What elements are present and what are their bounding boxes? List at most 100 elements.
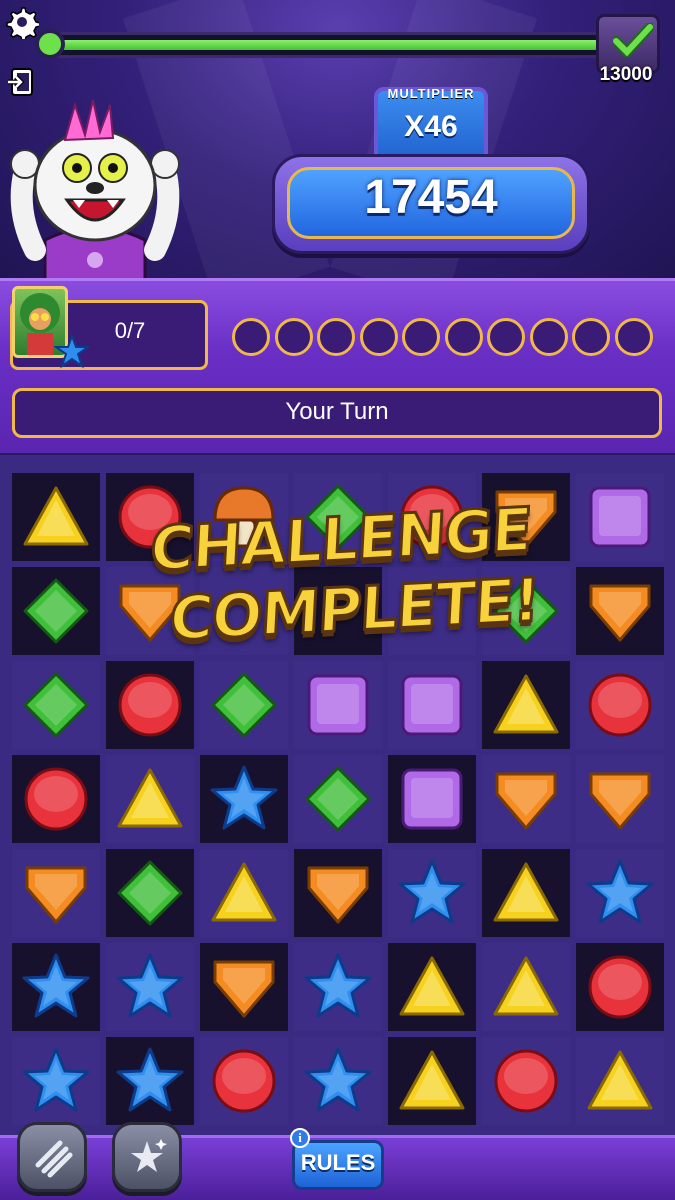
board-cell[interactable]: [576, 1037, 664, 1125]
board-cell[interactable]: [576, 849, 664, 937]
star-gem[interactable]: [21, 952, 91, 1022]
board-cell[interactable]: [200, 755, 288, 843]
board-cell[interactable]: [106, 849, 194, 937]
board-cell[interactable]: [576, 661, 664, 749]
circle-gem[interactable]: [491, 1046, 561, 1116]
board-cell[interactable]: [200, 661, 288, 749]
board-cell[interactable]: [482, 849, 570, 937]
board-cell[interactable]: [294, 1037, 382, 1125]
triangle-gem[interactable]: [585, 1046, 655, 1116]
triangle-gem[interactable]: [397, 952, 467, 1022]
board-cell[interactable]: [12, 849, 100, 937]
circle-gem[interactable]: [209, 1046, 279, 1116]
rules-button-label[interactable]: RULES: [292, 1150, 384, 1176]
circle-gem[interactable]: [585, 952, 655, 1022]
board-cell[interactable]: [106, 567, 194, 655]
star-gem[interactable]: [115, 952, 185, 1022]
board-cell[interactable]: [482, 943, 570, 1031]
star-gem[interactable]: [209, 764, 279, 834]
board-cell[interactable]: [482, 1037, 570, 1125]
circle-gem[interactable]: [115, 670, 185, 740]
shield-gem[interactable]: [585, 576, 655, 646]
board-cell[interactable]: [106, 755, 194, 843]
circle-gem[interactable]: [585, 670, 655, 740]
power-sparkle-button[interactable]: [112, 1122, 182, 1192]
star-gem[interactable]: [585, 858, 655, 928]
diamond-gem[interactable]: [303, 764, 373, 834]
board-cell[interactable]: [388, 755, 476, 843]
shield-gem[interactable]: [209, 952, 279, 1022]
board-cell[interactable]: [388, 567, 476, 655]
board-cell[interactable]: [294, 755, 382, 843]
board-cell[interactable]: [576, 567, 664, 655]
circle-gem[interactable]: [397, 482, 467, 552]
board-cell[interactable]: [200, 473, 288, 561]
mushroom-gem[interactable]: [209, 482, 279, 552]
board-cell[interactable]: [294, 567, 382, 655]
triangle-gem[interactable]: [209, 858, 279, 928]
diamond-gem[interactable]: [491, 576, 561, 646]
star-gem[interactable]: [115, 1046, 185, 1116]
board-cell[interactable]: [482, 755, 570, 843]
board-cell[interactable]: [294, 661, 382, 749]
board-cell[interactable]: [388, 943, 476, 1031]
board-cell[interactable]: [200, 567, 288, 655]
shield-gem[interactable]: [585, 764, 655, 834]
circle-gem[interactable]: [115, 482, 185, 552]
shield-gem[interactable]: [303, 858, 373, 928]
board-cell[interactable]: [294, 473, 382, 561]
board-cell[interactable]: [294, 849, 382, 937]
board-cell[interactable]: [106, 943, 194, 1031]
diamond-gem[interactable]: [209, 670, 279, 740]
board-cell[interactable]: [12, 755, 100, 843]
triangle-gem[interactable]: [491, 670, 561, 740]
board-cell[interactable]: [106, 1037, 194, 1125]
triangle-gem[interactable]: [115, 764, 185, 834]
triangle-gem[interactable]: [21, 482, 91, 552]
board-cell[interactable]: [12, 661, 100, 749]
shield-gem[interactable]: [115, 576, 185, 646]
board-cell[interactable]: [576, 473, 664, 561]
shield-gem[interactable]: [21, 858, 91, 928]
board-cell[interactable]: [388, 849, 476, 937]
triangle-gem[interactable]: [397, 1046, 467, 1116]
board-cell[interactable]: [12, 943, 100, 1031]
circle-gem[interactable]: [21, 764, 91, 834]
star-gem[interactable]: [397, 858, 467, 928]
square-gem[interactable]: [397, 670, 467, 740]
star-gem[interactable]: [21, 1046, 91, 1116]
square-gem[interactable]: [303, 670, 373, 740]
exit-button[interactable]: [2, 62, 42, 102]
board-cell[interactable]: [12, 473, 100, 561]
star-gem[interactable]: [303, 952, 373, 1022]
board-cell[interactable]: [576, 943, 664, 1031]
diamond-gem[interactable]: [303, 482, 373, 552]
triangle-gem[interactable]: [491, 952, 561, 1022]
board-cell[interactable]: [200, 943, 288, 1031]
board-cell[interactable]: [388, 473, 476, 561]
board-cell[interactable]: [388, 1037, 476, 1125]
board-cell[interactable]: [294, 943, 382, 1031]
board-cell[interactable]: [482, 567, 570, 655]
star-gem[interactable]: [303, 1046, 373, 1116]
board-cell[interactable]: [200, 1037, 288, 1125]
square-gem[interactable]: [397, 764, 467, 834]
game-board: [0, 455, 675, 1135]
shield-gem[interactable]: [491, 482, 561, 552]
diamond-gem[interactable]: [115, 858, 185, 928]
board-cell[interactable]: [482, 661, 570, 749]
board-cell[interactable]: [12, 1037, 100, 1125]
board-cell[interactable]: [106, 473, 194, 561]
board-cell[interactable]: [12, 567, 100, 655]
square-gem[interactable]: [585, 482, 655, 552]
diamond-gem[interactable]: [21, 670, 91, 740]
board-cell[interactable]: [106, 661, 194, 749]
board-cell[interactable]: [482, 473, 570, 561]
board-cell[interactable]: [388, 661, 476, 749]
board-cell[interactable]: [576, 755, 664, 843]
board-cell[interactable]: [200, 849, 288, 937]
triangle-gem[interactable]: [491, 858, 561, 928]
diamond-gem[interactable]: [21, 576, 91, 646]
shield-gem[interactable]: [491, 764, 561, 834]
power-swipe-button[interactable]: [17, 1122, 87, 1192]
